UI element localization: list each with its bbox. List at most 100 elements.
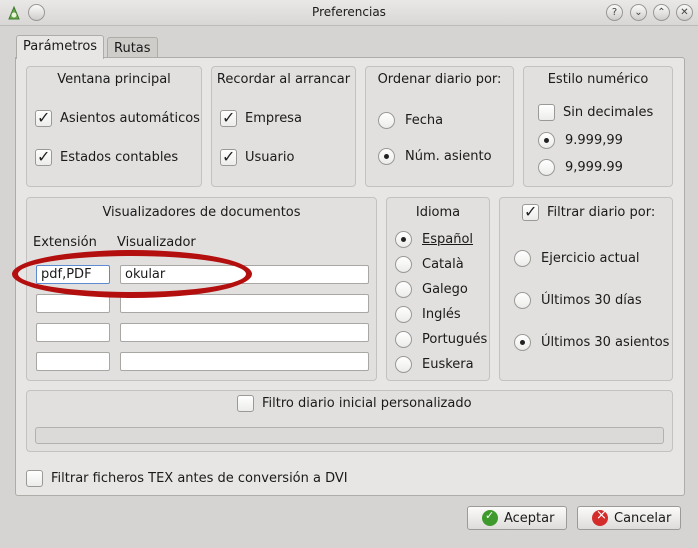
checkbox-asientos-automaticos[interactable]: Asientos automáticos xyxy=(35,108,200,127)
radio-9999-comma[interactable]: 9.999,99 xyxy=(538,132,623,149)
radio-label: Fecha xyxy=(405,113,444,128)
group-title: Recordar al arrancar xyxy=(216,72,351,87)
checkbox-icon[interactable] xyxy=(35,108,52,127)
radio-label: Español xyxy=(422,232,474,247)
checkbox-label: Filtrar diario por: xyxy=(547,205,656,220)
radio-galego[interactable]: Galego xyxy=(395,281,468,298)
radio-icon[interactable] xyxy=(514,334,531,351)
radio-ultimos-30-dias[interactable]: Últimos 30 días xyxy=(514,292,642,309)
radio-ingles[interactable]: Inglés xyxy=(395,306,461,323)
checkbox-label: Filtro diario inicial personalizado xyxy=(262,396,472,411)
extension-input-1[interactable]: pdf,PDF xyxy=(36,265,110,284)
checkbox-sin-decimales[interactable]: Sin decimales xyxy=(538,104,653,121)
radio-icon[interactable] xyxy=(395,231,412,248)
radio-label: Euskera xyxy=(422,357,474,372)
cancel-button[interactable]: Cancelar xyxy=(577,506,681,530)
tab-parametros[interactable]: Parámetros xyxy=(16,35,105,59)
radio-espanol[interactable]: Español xyxy=(395,231,473,248)
radio-label: Català xyxy=(422,257,464,272)
checkbox-icon[interactable] xyxy=(538,104,555,121)
checkbox-estados-contables[interactable]: Estados contables xyxy=(35,147,179,166)
checkbox-icon[interactable] xyxy=(522,202,539,221)
checkbox-icon[interactable] xyxy=(220,108,237,127)
group-estilo-numerico: Estilo numérico Sin decimales 9.999,99 9… xyxy=(523,66,673,187)
accept-button[interactable]: Aceptar xyxy=(467,506,567,530)
viewer-input-3[interactable] xyxy=(120,323,369,342)
group-idioma: Idioma Español Català Galego Inglés Port… xyxy=(386,197,490,381)
radio-label: Últimos 30 asientos xyxy=(541,335,670,350)
viewer-input-4[interactable] xyxy=(120,352,369,371)
viewer-input-1[interactable]: okular xyxy=(120,265,369,284)
radio-icon[interactable] xyxy=(538,132,555,149)
group-visualizadores: Visualizadores de documentos Extensión V… xyxy=(26,197,377,381)
title-bar: Preferencias ? ⌄ ⌃ ✕ xyxy=(0,0,698,26)
group-title: Estilo numérico xyxy=(547,72,649,87)
checkbox-icon[interactable] xyxy=(237,395,254,412)
tab-rutas[interactable]: Rutas xyxy=(107,37,158,59)
extension-input-3[interactable] xyxy=(36,323,110,342)
radio-icon[interactable] xyxy=(395,281,412,298)
radio-label: Ejercicio actual xyxy=(541,251,640,266)
group-title: Idioma xyxy=(415,205,461,220)
radio-label: 9,999.99 xyxy=(565,160,623,175)
close-button[interactable]: ✕ xyxy=(676,4,693,21)
radio-icon[interactable] xyxy=(395,356,412,373)
checkbox-usuario[interactable]: Usuario xyxy=(220,147,295,166)
radio-icon[interactable] xyxy=(378,148,395,165)
radio-ejercicio-actual[interactable]: Ejercicio actual xyxy=(514,250,640,267)
cancel-circle-icon xyxy=(592,508,608,526)
extension-input-2[interactable] xyxy=(36,294,110,313)
radio-label: Núm. asiento xyxy=(405,149,492,164)
checkbox-label: Asientos automáticos xyxy=(60,111,200,126)
radio-ultimos-30-asientos[interactable]: Últimos 30 asientos xyxy=(514,334,669,351)
group-ventana-principal: Ventana principal Asientos automáticos E… xyxy=(26,66,202,187)
minimize-button[interactable]: ⌄ xyxy=(630,4,647,21)
column-header-visualizador: Visualizador xyxy=(117,235,196,250)
checkbox-label: Sin decimales xyxy=(563,105,654,120)
radio-portugues[interactable]: Portugués xyxy=(395,331,487,348)
check-circle-icon xyxy=(482,509,498,526)
radio-label: Portugués xyxy=(422,332,488,347)
checkbox-filtrar-diario[interactable]: Filtrar diario por: xyxy=(522,202,656,221)
radio-label: 9.999,99 xyxy=(565,133,623,148)
radio-icon[interactable] xyxy=(538,159,555,176)
group-title: Ventana principal xyxy=(57,72,171,87)
radio-label: Galego xyxy=(422,282,468,297)
radio-icon[interactable] xyxy=(514,292,531,309)
checkbox-label: Estados contables xyxy=(60,150,179,165)
radio-icon[interactable] xyxy=(514,250,531,267)
checkbox-filtro-inicial[interactable]: Filtro diario inicial personalizado xyxy=(237,395,472,412)
column-header-extension: Extensión xyxy=(33,235,97,250)
group-filtrar-diario: Filtrar diario por: Ejercicio actual Últ… xyxy=(499,197,673,381)
viewer-input-2[interactable] xyxy=(120,294,369,313)
group-title: Ordenar diario por: xyxy=(377,72,502,87)
filter-expression-field[interactable] xyxy=(35,427,664,444)
checkbox-filtrar-tex[interactable]: Filtrar ficheros TEX antes de conversión… xyxy=(26,470,348,487)
checkbox-icon[interactable] xyxy=(26,470,43,487)
group-title: Visualizadores de documentos xyxy=(102,205,301,220)
window-title: Preferencias xyxy=(312,5,386,19)
radio-icon[interactable] xyxy=(378,112,395,129)
checkbox-label: Usuario xyxy=(245,150,295,165)
radio-fecha[interactable]: Fecha xyxy=(378,112,443,129)
checkbox-empresa[interactable]: Empresa xyxy=(220,108,302,127)
maximize-button[interactable]: ⌃ xyxy=(653,4,670,21)
accept-label: Aceptar xyxy=(504,510,555,526)
radio-label: Inglés xyxy=(422,307,461,322)
radio-9999-dot[interactable]: 9,999.99 xyxy=(538,159,623,176)
radio-catala[interactable]: Català xyxy=(395,256,464,273)
radio-icon[interactable] xyxy=(395,331,412,348)
group-filtro-inicial: Filtro diario inicial personalizado xyxy=(26,390,673,452)
checkbox-label: Filtrar ficheros TEX antes de conversión… xyxy=(51,471,348,486)
radio-num-asiento[interactable]: Núm. asiento xyxy=(378,148,492,165)
group-recordar-al-arrancar: Recordar al arrancar Empresa Usuario xyxy=(211,66,356,187)
radio-euskera[interactable]: Euskera xyxy=(395,356,474,373)
checkbox-label: Empresa xyxy=(245,111,302,126)
radio-icon[interactable] xyxy=(395,306,412,323)
extension-input-4[interactable] xyxy=(36,352,110,371)
checkbox-icon[interactable] xyxy=(35,147,52,166)
radio-icon[interactable] xyxy=(395,256,412,273)
radio-label: Últimos 30 días xyxy=(541,293,642,308)
checkbox-icon[interactable] xyxy=(220,147,237,166)
help-button[interactable]: ? xyxy=(606,4,623,21)
